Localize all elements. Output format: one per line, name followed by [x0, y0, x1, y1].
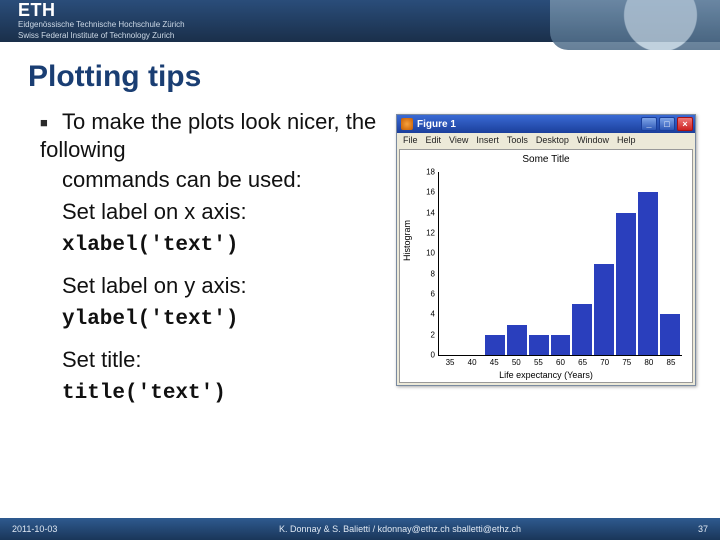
close-button[interactable]: × — [677, 117, 693, 131]
footer: 2011-10-03 K. Donnay & S. Balietti / kdo… — [0, 518, 720, 540]
footer-page: 37 — [658, 524, 708, 534]
xlabel-desc: Set label on x axis: — [40, 197, 390, 227]
minimize-button[interactable]: _ — [641, 117, 657, 131]
bar — [572, 304, 592, 355]
ytick: 14 — [411, 208, 435, 217]
eth-sub1: Eidgenössische Technische Hochschule Zür… — [18, 21, 185, 30]
ytick: 8 — [411, 269, 435, 278]
matlab-icon — [401, 118, 413, 130]
eth-logo: ETH — [18, 1, 185, 19]
eth-sub2: Swiss Federal Institute of Technology Zu… — [18, 32, 185, 41]
plot-axes: 024681012141618 3540455055606570758085 — [438, 172, 682, 356]
title-cmd: title('text') — [62, 382, 226, 405]
xtick: 40 — [468, 358, 477, 367]
ytick: 4 — [411, 310, 435, 319]
footer-authors: K. Donnay & S. Balietti / kdonnay@ethz.c… — [142, 524, 658, 534]
eth-logo-block: ETH Eidgenössische Technische Hochschule… — [18, 1, 185, 41]
bar — [638, 192, 658, 355]
xtick: 80 — [644, 358, 653, 367]
ytick: 12 — [411, 229, 435, 238]
menu-insert[interactable]: Insert — [476, 135, 499, 145]
bar — [551, 335, 571, 355]
menu-tools[interactable]: Tools — [507, 135, 528, 145]
xtick: 65 — [578, 358, 587, 367]
ytick: 10 — [411, 249, 435, 258]
plot-xlabel: Life expectancy (Years) — [400, 370, 692, 380]
menu-help[interactable]: Help — [617, 135, 636, 145]
bar — [485, 335, 505, 355]
ytick: 6 — [411, 290, 435, 299]
menu-edit[interactable]: Edit — [426, 135, 442, 145]
eth-banner: ETH Eidgenössische Technische Hochschule… — [0, 0, 720, 42]
xlabel-cmd: xlabel('text') — [62, 234, 238, 257]
window-title: Figure 1 — [417, 119, 639, 130]
menubar: File Edit View Insert Tools Desktop Wind… — [397, 133, 695, 147]
bullet-line1: To make the plots look nicer, the follow… — [40, 108, 390, 163]
menu-desktop[interactable]: Desktop — [536, 135, 569, 145]
xtick: 70 — [600, 358, 609, 367]
plot-area: Some Title Histogram Life expectancy (Ye… — [399, 149, 693, 383]
menu-view[interactable]: View — [449, 135, 468, 145]
xtick: 85 — [667, 358, 676, 367]
bar — [529, 335, 549, 355]
menu-window[interactable]: Window — [577, 135, 609, 145]
maximize-button[interactable]: □ — [659, 117, 675, 131]
slide-title: Plotting tips — [28, 60, 720, 94]
plot-title: Some Title — [400, 154, 692, 165]
bar — [616, 213, 636, 355]
body-text: To make the plots look nicer, the follow… — [40, 108, 390, 518]
bar — [507, 325, 527, 356]
xtick: 35 — [446, 358, 455, 367]
bullet-line2: commands can be used: — [40, 165, 390, 195]
ytick: 2 — [411, 330, 435, 339]
window-titlebar: Figure 1 _ □ × — [397, 115, 695, 133]
ytick: 0 — [411, 351, 435, 360]
footer-date: 2011-10-03 — [12, 524, 142, 534]
matlab-figure-window: Figure 1 _ □ × File Edit View Insert Too… — [396, 114, 696, 386]
xtick: 45 — [490, 358, 499, 367]
xtick: 60 — [556, 358, 565, 367]
ylabel-cmd: ylabel('text') — [62, 308, 238, 331]
title-desc: Set title: — [40, 345, 390, 375]
menu-file[interactable]: File — [403, 135, 418, 145]
ytick: 16 — [411, 188, 435, 197]
ylabel-desc: Set label on y axis: — [40, 271, 390, 301]
bar — [594, 264, 614, 356]
ytick: 18 — [411, 168, 435, 177]
xtick: 55 — [534, 358, 543, 367]
xtick: 50 — [512, 358, 521, 367]
xtick: 75 — [622, 358, 631, 367]
bar — [660, 314, 680, 355]
